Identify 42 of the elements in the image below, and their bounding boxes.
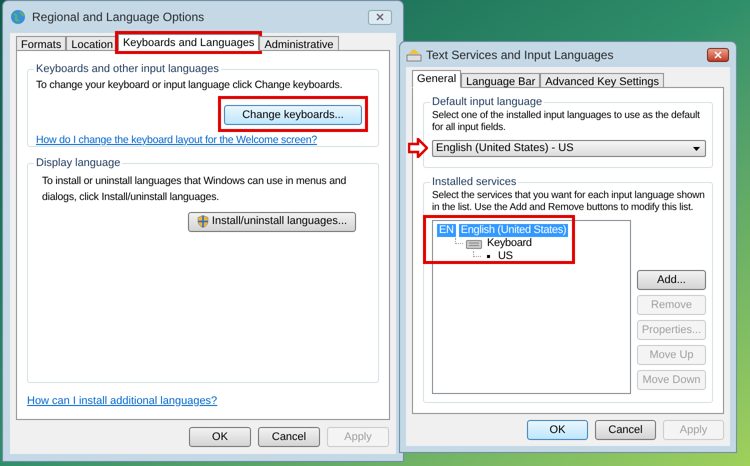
close-icon bbox=[714, 50, 722, 58]
close-icon bbox=[376, 13, 384, 21]
tree-item[interactable]: Keyboard bbox=[485, 237, 534, 250]
language-badge: EN bbox=[437, 224, 456, 237]
tab[interactable]: Formats bbox=[16, 36, 66, 51]
dropdown-arrow-icon bbox=[693, 146, 700, 150]
tree-item[interactable]: US bbox=[496, 250, 515, 263]
keyboard-icon bbox=[406, 48, 422, 62]
tab[interactable]: Administrative bbox=[259, 36, 339, 51]
tab[interactable]: Advanced Key Settings bbox=[540, 73, 664, 88]
services-list[interactable]: EN English (United States) Keyboard US bbox=[432, 220, 631, 394]
tree-connector bbox=[455, 238, 463, 244]
install-languages-button[interactable]: Install/uninstall languages... bbox=[188, 212, 356, 232]
dialog-button[interactable]: OK bbox=[189, 427, 251, 447]
group-description: To change your keyboard or input language click Change keyboards. bbox=[36, 78, 344, 93]
default-language-dropdown[interactable]: English (United States) - US bbox=[432, 140, 706, 157]
group-description: Select one of the installed input languages to use as the default for all input fields. bbox=[432, 110, 701, 134]
window-title: Text Services and Input Languages bbox=[426, 46, 614, 64]
tree-connector bbox=[473, 250, 481, 256]
tab[interactable]: General bbox=[412, 70, 462, 88]
group-title: Keyboards and other input languages bbox=[34, 62, 221, 76]
additional-languages-link[interactable]: How can I install additional languages? bbox=[27, 392, 379, 409]
group-description: To install or uninstall languages that Windows can use in menus and dialogs, click Install/uninstall languages. bbox=[42, 174, 348, 205]
tab[interactable]: Location bbox=[66, 36, 118, 51]
close-button[interactable] bbox=[368, 10, 392, 24]
dialog-button[interactable]: Cancel bbox=[258, 427, 320, 447]
keyboard-icon bbox=[466, 238, 482, 249]
group-title: Display language bbox=[34, 156, 122, 170]
globe-icon bbox=[10, 9, 26, 25]
tab[interactable]: Keyboards and Languages bbox=[118, 34, 260, 51]
dialog-button[interactable]: OK bbox=[527, 420, 588, 440]
welcome-screen-link[interactable]: How do I change the keyboard layout for the Welcome screen? bbox=[36, 132, 370, 148]
tab[interactable]: Language Bar bbox=[461, 73, 540, 88]
group-title: Default input language bbox=[430, 95, 544, 109]
bullet-icon bbox=[487, 255, 490, 258]
dialog-button[interactable]: Cancel bbox=[595, 420, 656, 440]
shield-icon bbox=[196, 215, 209, 228]
window-title: Regional and Language Options bbox=[32, 9, 204, 26]
dialog-button[interactable]: Add... bbox=[637, 270, 706, 290]
group-description: Select the services that you want for each input language shown in the list. Use the Add and Remove buttons to modify this list. bbox=[432, 190, 706, 214]
close-button[interactable] bbox=[707, 48, 729, 62]
change-keyboards-button[interactable]: Change keyboards... bbox=[224, 105, 362, 125]
